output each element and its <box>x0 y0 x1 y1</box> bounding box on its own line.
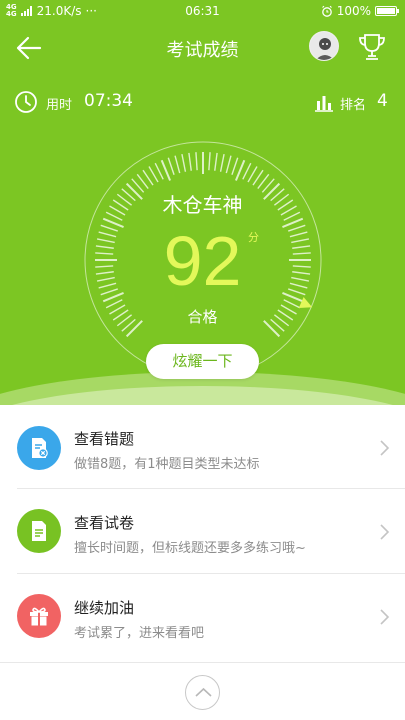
gauge-tick <box>181 153 187 172</box>
item-title: 继续加油 <box>74 599 135 617</box>
score-unit: 分 <box>248 231 259 244</box>
avatar[interactable] <box>309 31 339 61</box>
time-used-value: 07:34 <box>84 91 133 111</box>
scroll-up-button[interactable] <box>185 675 220 710</box>
gauge-tick <box>195 152 198 171</box>
gauge-tick <box>292 245 311 249</box>
gauge-tick <box>242 162 252 180</box>
gauge-tick <box>100 288 119 296</box>
chevron-right-icon <box>380 609 390 625</box>
status-bar: 4G 4G 21.0K/s ··· 06:31 100% <box>0 0 405 22</box>
divider <box>0 662 405 663</box>
gauge-tick <box>247 166 258 183</box>
item-subtitle: 擅长时间题，但标线题还要多多练习哦~ <box>74 541 306 556</box>
gauge-tick <box>154 162 164 180</box>
chevron-right-icon <box>380 524 390 540</box>
gauge-tick <box>289 231 308 238</box>
share-button[interactable]: 炫耀一下 <box>146 344 259 379</box>
gauge-tick <box>167 157 175 176</box>
player-name: 木仓车神 <box>162 193 243 217</box>
gauge-tick <box>95 271 114 275</box>
battery-icon <box>375 6 399 16</box>
gauge-tick <box>96 276 115 282</box>
list-item-wrong-questions[interactable]: 查看错题 做错8题，有1种题目类型未达标 <box>0 405 405 491</box>
gauge-tick <box>292 271 311 275</box>
chevron-up-icon <box>195 687 212 697</box>
gauge-tick <box>174 155 181 174</box>
gauge-tick <box>100 224 119 232</box>
rank-label: 排名 <box>340 98 367 113</box>
time-used-label: 用时 <box>46 98 73 113</box>
gauge-tick <box>287 288 306 296</box>
item-title: 查看错题 <box>74 430 135 448</box>
item-title: 查看试卷 <box>74 514 135 532</box>
document-icon <box>17 509 61 553</box>
gauge-tick <box>214 152 218 171</box>
page-title: 考试成绩 <box>166 40 239 61</box>
gauge-tick <box>292 252 311 255</box>
score-value: 92 <box>163 222 242 300</box>
list-item-keep-going[interactable]: 继续加油 考试累了，进来看看吧 <box>0 574 405 660</box>
list-item-view-paper[interactable]: 查看试卷 擅长时间题，但标线题还要多多练习哦~ <box>0 489 405 575</box>
gauge-tick <box>289 282 308 289</box>
gauge-tick <box>287 224 306 232</box>
grade-label: 合格 <box>187 308 218 326</box>
exam-stats: 用时 07:34 排名 4 <box>0 88 405 116</box>
gauge-tick <box>95 252 114 255</box>
gauge-tick <box>225 155 232 174</box>
gauge-tick <box>291 276 310 282</box>
gauge-tick <box>95 245 114 249</box>
gauge-tick <box>231 157 239 176</box>
gauge-tick <box>98 231 117 238</box>
nav-bar: 考试成绩 <box>0 28 405 68</box>
alarm-icon <box>321 5 332 17</box>
gauge-tick <box>96 238 115 244</box>
gauge-tick <box>292 265 311 268</box>
gauge-tick <box>148 166 159 183</box>
bar-chart-icon <box>315 96 333 112</box>
rank-value: 4 <box>377 91 388 111</box>
trophy-icon[interactable] <box>356 32 388 62</box>
error-doc-icon <box>17 426 61 470</box>
item-subtitle: 做错8题，有1种题目类型未达标 <box>74 457 260 472</box>
gauge-tick <box>188 152 192 171</box>
gauge-tick <box>219 153 225 172</box>
gift-icon <box>17 594 61 638</box>
gauge-tick <box>208 152 211 171</box>
clock-icon <box>15 91 37 113</box>
chevron-right-icon <box>380 440 390 456</box>
battery-percent: 100% <box>336 4 371 18</box>
item-subtitle: 考试累了，进来看看吧 <box>74 626 205 641</box>
gauge-tick <box>98 282 117 289</box>
gauge-tick <box>291 238 310 244</box>
gauge-tick <box>95 265 114 268</box>
